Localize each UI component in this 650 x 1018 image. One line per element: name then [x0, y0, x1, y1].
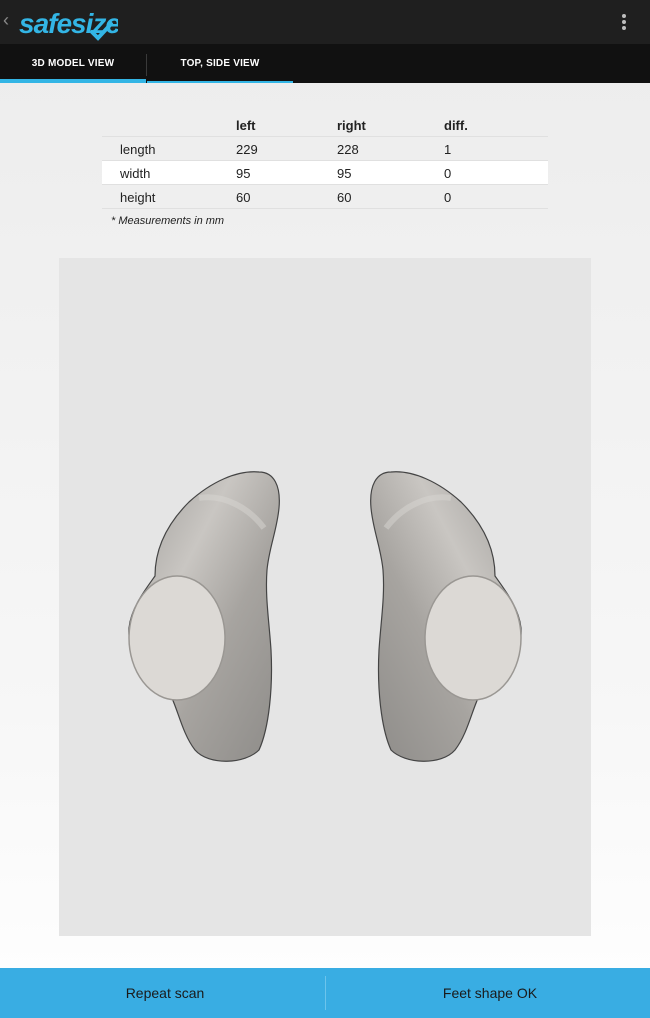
safesize-logo[interactable]: safesize	[18, 4, 118, 42]
right-value: 95	[337, 166, 352, 181]
repeat-scan-button[interactable]: Repeat scan	[0, 968, 330, 1018]
bottom-action-bar: Repeat scan Feet shape OK	[0, 968, 650, 1018]
back-chevron-icon[interactable]: ‹	[3, 10, 9, 30]
tab-top-side-view[interactable]: TOP, SIDE VIEW	[147, 44, 293, 83]
3d-model-viewer[interactable]	[59, 258, 591, 936]
diff-value: 0	[444, 190, 452, 205]
action-divider	[325, 976, 326, 1010]
table-row: height 60 60 0	[102, 185, 548, 209]
right-value: 228	[337, 142, 359, 157]
tab-3d-model-view[interactable]: 3D MODEL VIEW	[0, 44, 146, 83]
overflow-menu-icon[interactable]	[618, 12, 630, 32]
table-row: length 229 228 1	[102, 137, 548, 161]
left-value: 95	[236, 166, 251, 181]
left-value: 60	[236, 190, 251, 205]
diff-value: 0	[444, 166, 452, 181]
feet-shape-ok-button[interactable]: Feet shape OK	[330, 968, 650, 1018]
table-header: left right diff.	[102, 113, 548, 137]
measurement-unit-note: * Measurements in mm	[111, 215, 225, 227]
row-label: height	[120, 190, 156, 205]
row-label: width	[120, 166, 151, 181]
table-row: width 95 95 0	[102, 161, 548, 185]
left-value: 229	[236, 142, 258, 157]
diff-value: 1	[444, 142, 452, 157]
header-right: right	[337, 118, 366, 133]
header-left: left	[236, 118, 256, 133]
header-diff: diff.	[444, 118, 468, 133]
right-foot-model	[370, 471, 522, 762]
measurements-table: left right diff. length 229 228 1 width …	[102, 113, 548, 209]
left-foot-model	[128, 471, 280, 762]
left-foot-cut-surface	[128, 575, 226, 701]
right-value: 60	[337, 190, 352, 205]
right-foot-cut-surface	[424, 575, 522, 701]
feet-3d-model	[128, 471, 522, 762]
row-label: length	[120, 142, 156, 157]
tab-bar: 3D MODEL VIEW TOP, SIDE VIEW	[0, 44, 650, 83]
tab-indicator-selected	[0, 79, 146, 83]
app-bar: ‹ safesize	[0, 0, 650, 44]
tab-indicator	[147, 81, 293, 83]
